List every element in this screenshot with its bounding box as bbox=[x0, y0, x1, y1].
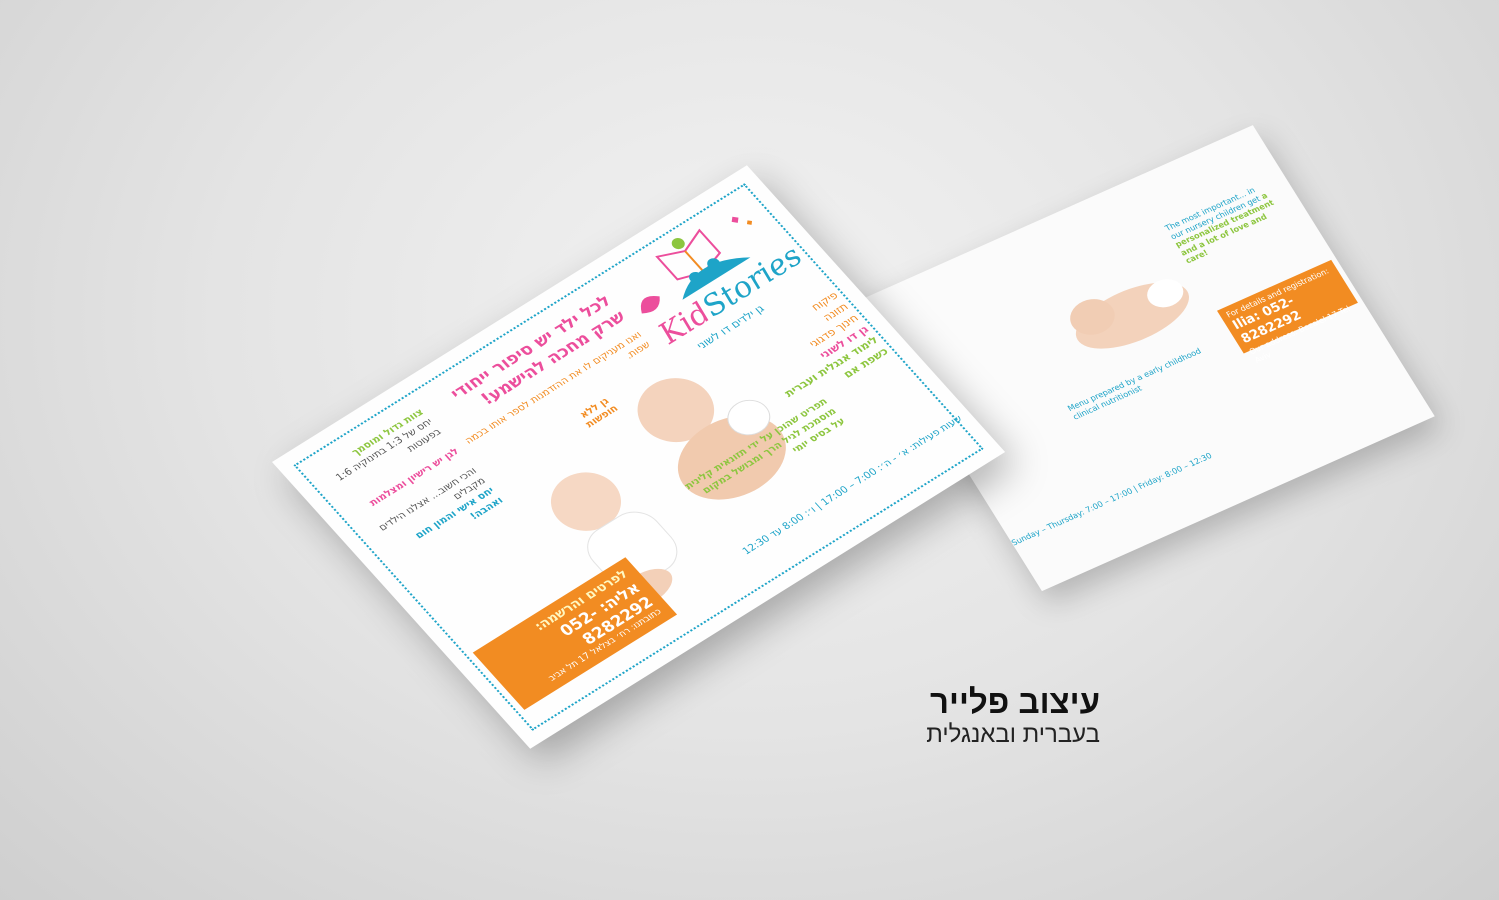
english-hours: Sunday – Thursday: 7:00 – 17:00 | Friday… bbox=[1009, 451, 1214, 548]
caption: עיצוב פלייר בעברית ובאנגלית bbox=[870, 683, 1100, 750]
english-note: The most important... in our nursery chi… bbox=[1163, 185, 1276, 266]
caption-subtitle: בעברית ובאנגלית bbox=[926, 720, 1100, 748]
english-flyer: The most important... in our nursery chi… bbox=[860, 125, 1435, 592]
mockup-scene: The most important... in our nursery chi… bbox=[0, 0, 1499, 900]
hebrew-flyer: KidStories גן ילדים דו לשוני פיקוח תזונה… bbox=[272, 165, 1006, 749]
caption-title: עיצוב פלייר bbox=[929, 683, 1100, 720]
english-contact-box: For details and registration: Ilia: 052-… bbox=[1217, 259, 1358, 364]
